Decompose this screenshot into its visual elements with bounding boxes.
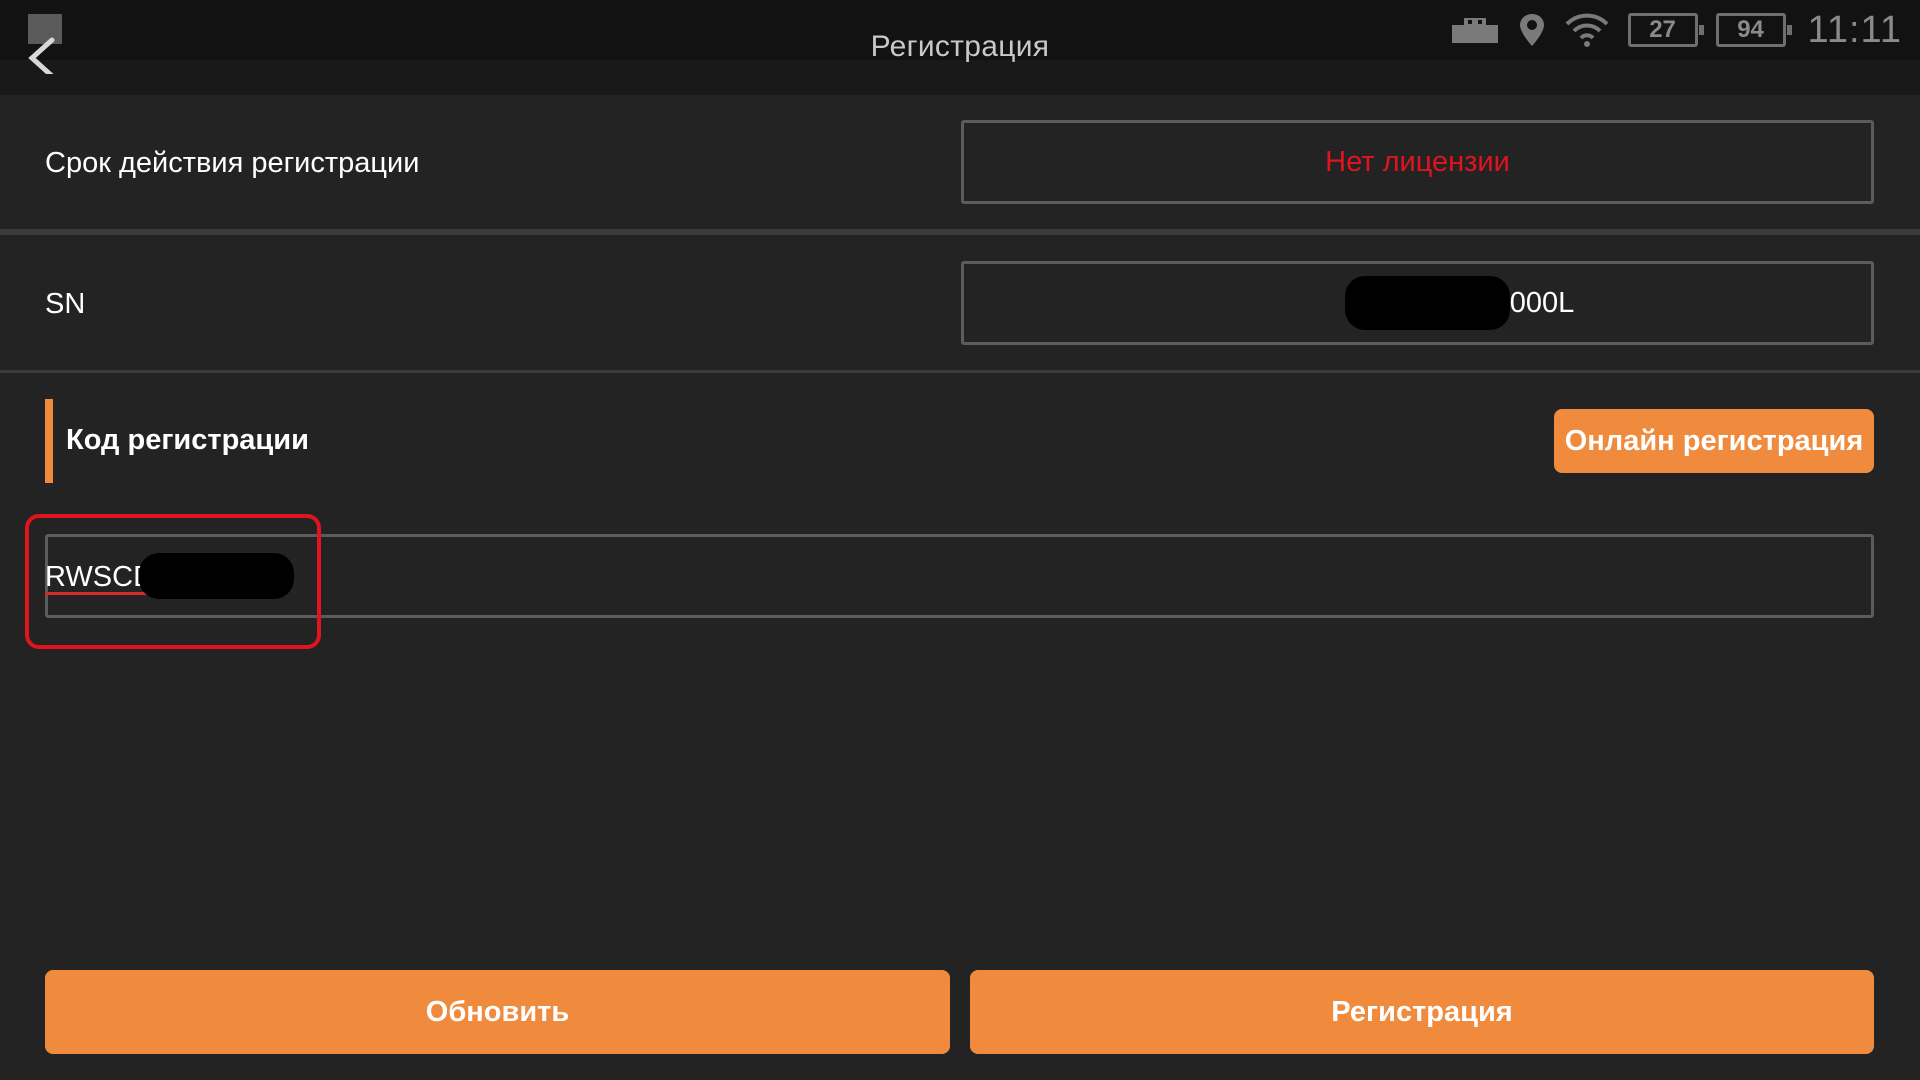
refresh-button[interactable]: Обновить	[45, 970, 950, 1054]
page-title: Регистрация	[870, 30, 1050, 63]
sn-label: SN	[45, 288, 86, 320]
section-accent-bar	[45, 399, 53, 483]
divider-1	[0, 229, 1920, 235]
register-button[interactable]: Регистрация	[970, 970, 1874, 1054]
sn-redaction	[1344, 276, 1510, 330]
highlight-annotation	[25, 514, 321, 649]
sn-value-box: 000L	[961, 261, 1874, 345]
validity-value-box: Нет лицензии	[961, 120, 1874, 204]
sn-value: 000L	[1509, 286, 1575, 319]
divider-2	[0, 370, 1920, 373]
validity-label: Срок действия регистрации	[45, 147, 420, 179]
title-strip	[0, 60, 1920, 95]
section-title: Код регистрации	[66, 424, 309, 456]
validity-value: Нет лицензии	[1325, 145, 1510, 178]
online-registration-button[interactable]: Онлайн регистрация	[1554, 409, 1874, 473]
